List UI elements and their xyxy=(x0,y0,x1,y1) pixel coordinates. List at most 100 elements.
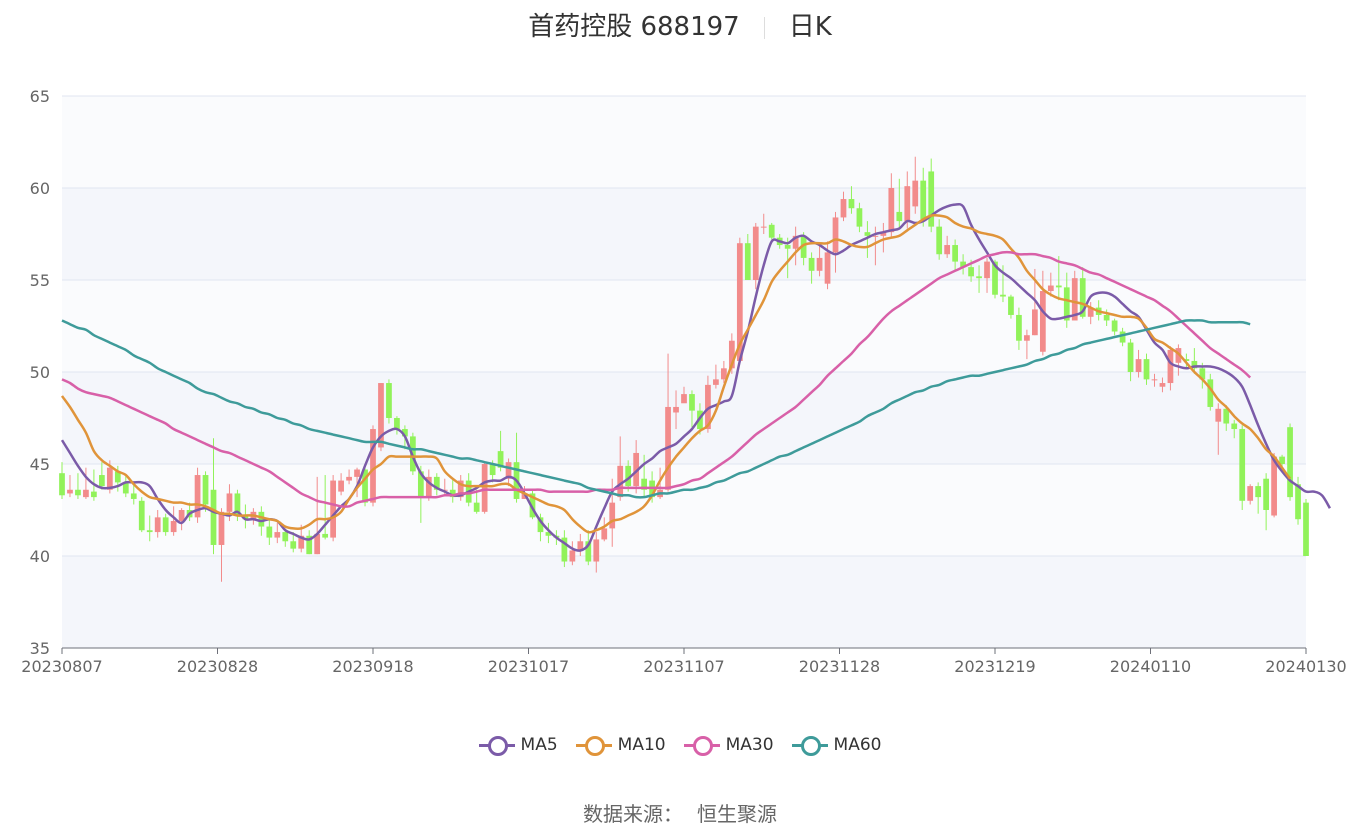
candle-body xyxy=(936,226,943,255)
candle-body xyxy=(226,493,233,512)
candle-body xyxy=(904,186,911,222)
candle-body xyxy=(1103,314,1110,321)
candle-body xyxy=(1119,331,1126,343)
legend-label: MA5 xyxy=(520,735,558,755)
data-source: 数据来源： 恒生聚源 xyxy=(0,798,1360,827)
candle-body xyxy=(481,464,488,512)
y-tick-label: 40 xyxy=(30,547,50,566)
candle-body xyxy=(1215,408,1222,422)
candle-body xyxy=(290,541,297,549)
candle-body xyxy=(1295,484,1301,520)
plot-band xyxy=(62,280,1306,372)
y-tick-label: 50 xyxy=(30,363,50,382)
candle-body xyxy=(832,217,839,253)
candle-body xyxy=(130,493,137,499)
legend-marker-icon xyxy=(478,735,515,756)
source-value: 恒生聚源 xyxy=(697,802,777,826)
candle-body xyxy=(1287,427,1293,498)
candle-body xyxy=(760,226,767,228)
candle xyxy=(138,497,145,533)
candle-body xyxy=(944,245,951,255)
candle-body xyxy=(593,539,600,562)
legend-item-ma30[interactable]: MA30 xyxy=(683,735,774,756)
candle-body xyxy=(912,180,919,207)
candle-body xyxy=(1247,486,1254,501)
candle-body xyxy=(808,257,815,271)
legend-item-ma60[interactable]: MA60 xyxy=(791,735,882,756)
legend-item-ma5[interactable]: MA5 xyxy=(478,735,558,756)
candle-body xyxy=(888,188,895,233)
legend-marker-icon xyxy=(791,735,828,756)
candle-body xyxy=(848,199,855,209)
x-tick-label: 20231107 xyxy=(643,657,724,676)
plot-band xyxy=(62,188,1306,280)
y-tick-label: 65 xyxy=(30,87,50,106)
candle-body xyxy=(752,226,759,280)
candle-body xyxy=(1239,429,1246,501)
candle xyxy=(1239,425,1246,510)
candle-body xyxy=(83,489,89,498)
candle xyxy=(1303,498,1309,556)
candle-body xyxy=(138,500,145,531)
candle-body xyxy=(1151,379,1158,381)
y-tick-label: 55 xyxy=(30,271,50,290)
legend-item-ma10[interactable]: MA10 xyxy=(575,735,666,756)
x-tick-label: 20230807 xyxy=(21,657,102,676)
candle-body xyxy=(258,511,265,527)
candle-body xyxy=(67,489,73,494)
x-tick-label: 20230828 xyxy=(177,657,258,676)
legend-marker-icon xyxy=(575,735,612,756)
candle-body xyxy=(1263,478,1269,510)
candle-body xyxy=(601,528,608,540)
candle-body xyxy=(1303,502,1309,556)
candle-body xyxy=(338,480,344,492)
candle-body xyxy=(162,517,169,533)
legend-label: MA10 xyxy=(617,735,666,755)
candle-body xyxy=(824,252,831,284)
candle-body xyxy=(976,276,982,279)
candle-body xyxy=(1024,335,1030,341)
candle xyxy=(752,222,759,290)
candle-body xyxy=(920,180,927,220)
candle-body xyxy=(282,532,289,542)
candle-body xyxy=(1135,359,1142,372)
legend-label: MA60 xyxy=(833,735,882,755)
candle-body xyxy=(864,232,871,236)
candle-body xyxy=(322,533,329,538)
plot-band xyxy=(62,372,1306,464)
candle-body xyxy=(473,502,480,512)
candle-body xyxy=(1016,314,1022,341)
x-tick-label: 20231128 xyxy=(799,657,880,676)
candle-body xyxy=(840,199,847,218)
candle-body xyxy=(354,469,360,477)
candle-body xyxy=(1111,320,1118,332)
candle-body xyxy=(394,418,400,430)
candle-body xyxy=(1000,294,1006,297)
candlestick-chart: 35 40 45 50 55 60 65 20230807 20230828 20230918 20… xyxy=(21,87,1346,676)
candle-body xyxy=(330,480,336,538)
candle xyxy=(1287,423,1293,501)
candle-body xyxy=(984,261,990,279)
candle-body xyxy=(59,473,65,496)
candle-body xyxy=(768,224,775,238)
candle-body xyxy=(370,429,376,503)
candle-body xyxy=(210,489,217,545)
candle-body xyxy=(689,394,695,411)
candle-body xyxy=(99,475,105,487)
x-tick-label: 20230918 xyxy=(332,657,413,676)
y-tick-label: 60 xyxy=(30,179,50,198)
candle-body xyxy=(713,379,719,385)
candle-body xyxy=(1159,383,1166,387)
candle-body xyxy=(1143,359,1150,380)
candle-body xyxy=(1231,423,1238,430)
candle-body xyxy=(952,245,958,262)
candle xyxy=(386,379,392,424)
candle-body xyxy=(856,208,863,227)
candle-body xyxy=(218,511,225,545)
candle-body xyxy=(1008,296,1014,315)
x-tick-label: 20231219 xyxy=(954,657,1035,676)
candle-body xyxy=(1039,291,1046,352)
x-tick-label: 20240110 xyxy=(1110,657,1191,676)
candle-body xyxy=(91,491,97,498)
candle-body xyxy=(1032,309,1038,336)
